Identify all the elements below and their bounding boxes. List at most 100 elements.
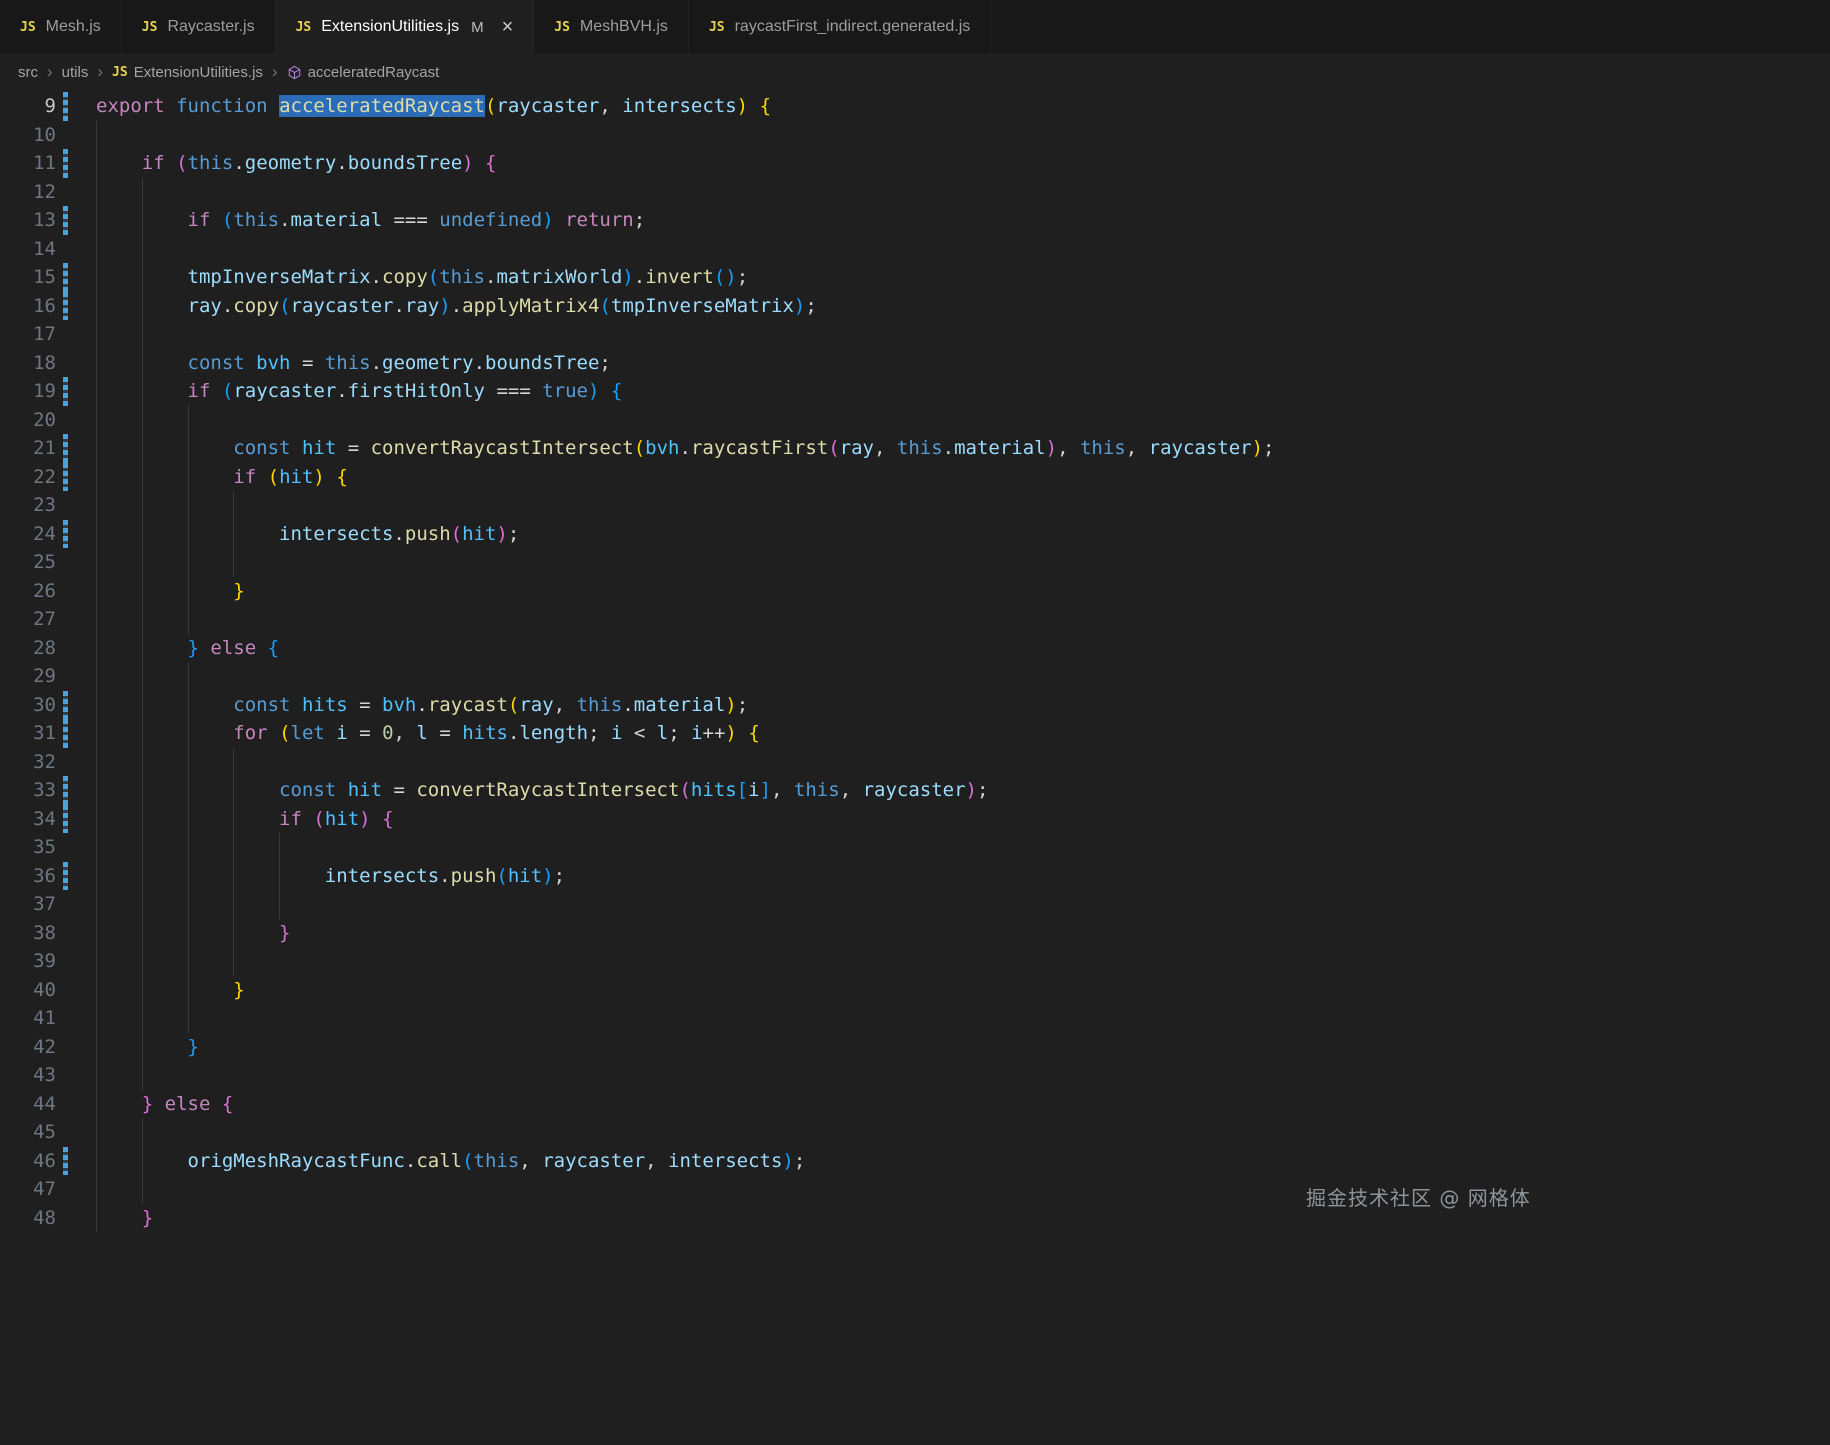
line-number[interactable]: 25: [0, 548, 56, 577]
git-modified-gutter-indicator[interactable]: [63, 462, 68, 491]
line-number[interactable]: 35: [0, 833, 56, 862]
line-number[interactable]: 16: [0, 292, 56, 321]
line-number[interactable]: 37: [0, 890, 56, 919]
tab-raycastfirst_indirect-generated-js[interactable]: JS raycastFirst_indirect.generated.js: [689, 0, 992, 54]
code-line-25[interactable]: 25: [0, 548, 1830, 577]
code-line-17[interactable]: 17: [0, 320, 1830, 349]
line-number[interactable]: 12: [0, 178, 56, 207]
code-line-40[interactable]: 40 }: [0, 975, 1830, 1005]
tab-meshbvh-js[interactable]: JS MeshBVH.js: [534, 0, 689, 54]
code-line-19[interactable]: 19 if (raycaster.firstHitOnly === true) …: [0, 377, 1830, 406]
line-number[interactable]: 9: [0, 92, 56, 121]
code-line-35[interactable]: 35: [0, 833, 1830, 862]
line-number[interactable]: 21: [0, 434, 56, 463]
line-number[interactable]: 28: [0, 634, 56, 663]
code-line-32[interactable]: 32: [0, 747, 1830, 777]
git-modified-gutter-indicator[interactable]: [63, 291, 68, 320]
line-number[interactable]: 24: [0, 520, 56, 549]
code-line-23[interactable]: 23: [0, 491, 1830, 520]
close-tab-icon[interactable]: ×: [502, 17, 514, 37]
line-number[interactable]: 29: [0, 662, 56, 691]
code-line-41[interactable]: 41: [0, 1004, 1830, 1033]
code-line-12[interactable]: 12: [0, 177, 1830, 207]
line-number[interactable]: 27: [0, 605, 56, 634]
code-line-30[interactable]: 30 const hits = bvh.raycast(ray, this.ma…: [0, 690, 1830, 720]
git-modified-gutter-indicator[interactable]: [63, 690, 68, 719]
line-number[interactable]: 11: [0, 149, 56, 178]
line-number[interactable]: 22: [0, 463, 56, 492]
breadcrumb-item-acceleratedraycast[interactable]: acceleratedRaycast: [287, 64, 439, 81]
line-number[interactable]: 20: [0, 406, 56, 435]
line-number[interactable]: 33: [0, 776, 56, 805]
git-modified-gutter-indicator[interactable]: [63, 149, 68, 178]
breadcrumb-item-utils[interactable]: utils: [62, 64, 89, 81]
code-line-22[interactable]: 22 if (hit) {: [0, 462, 1830, 492]
breadcrumb-item-src[interactable]: src: [18, 64, 38, 81]
code-line-36[interactable]: 36 intersects.push(hit);: [0, 861, 1830, 891]
code-line-48[interactable]: 48 }: [0, 1203, 1830, 1233]
line-number[interactable]: 41: [0, 1004, 56, 1033]
line-number[interactable]: 38: [0, 919, 56, 948]
code-line-42[interactable]: 42 }: [0, 1032, 1830, 1062]
line-number[interactable]: 19: [0, 377, 56, 406]
line-number[interactable]: 48: [0, 1204, 56, 1233]
line-number[interactable]: 39: [0, 947, 56, 976]
tab-raycaster-js[interactable]: JS Raycaster.js: [122, 0, 276, 54]
code-line-26[interactable]: 26 }: [0, 576, 1830, 606]
line-number[interactable]: 15: [0, 263, 56, 292]
code-line-31[interactable]: 31 for (let i = 0, l = hits.length; i < …: [0, 719, 1830, 748]
line-number[interactable]: 30: [0, 691, 56, 720]
code-line-20[interactable]: 20: [0, 405, 1830, 435]
line-number[interactable]: 43: [0, 1061, 56, 1090]
git-modified-gutter-indicator[interactable]: [63, 206, 68, 235]
code-line-11[interactable]: 11 if (this.geometry.boundsTree) {: [0, 149, 1830, 178]
code-line-43[interactable]: 43: [0, 1061, 1830, 1090]
line-number[interactable]: 34: [0, 805, 56, 834]
line-number[interactable]: 26: [0, 577, 56, 606]
code-line-39[interactable]: 39: [0, 947, 1830, 976]
line-number[interactable]: 46: [0, 1147, 56, 1176]
code-line-10[interactable]: 10: [0, 120, 1830, 150]
git-modified-gutter-indicator[interactable]: [63, 263, 68, 292]
line-number[interactable]: 13: [0, 206, 56, 235]
line-number[interactable]: 18: [0, 349, 56, 378]
code-line-44[interactable]: 44 } else {: [0, 1089, 1830, 1119]
line-number[interactable]: 36: [0, 862, 56, 891]
code-line-46[interactable]: 46 origMeshRaycastFunc.call(this, raycas…: [0, 1146, 1830, 1176]
line-number[interactable]: 10: [0, 121, 56, 150]
git-modified-gutter-indicator[interactable]: [63, 861, 68, 890]
git-modified-gutter-indicator[interactable]: [63, 519, 68, 548]
git-modified-gutter-indicator[interactable]: [63, 92, 68, 121]
code-line-34[interactable]: 34 if (hit) {: [0, 804, 1830, 834]
code-line-16[interactable]: 16 ray.copy(raycaster.ray).applyMatrix4(…: [0, 291, 1830, 321]
code-line-45[interactable]: 45: [0, 1118, 1830, 1147]
code-line-15[interactable]: 15 tmpInverseMatrix.copy(this.matrixWorl…: [0, 263, 1830, 292]
code-line-47[interactable]: 47: [0, 1175, 1830, 1204]
code-line-29[interactable]: 29: [0, 662, 1830, 691]
line-number[interactable]: 14: [0, 235, 56, 264]
tab-extensionutilities-js[interactable]: JS ExtensionUtilities.js M ×: [275, 0, 535, 55]
line-number[interactable]: 32: [0, 748, 56, 777]
code-line-21[interactable]: 21 const hit = convertRaycastIntersect(b…: [0, 434, 1830, 463]
line-number[interactable]: 23: [0, 491, 56, 520]
git-modified-gutter-indicator[interactable]: [63, 719, 68, 748]
line-number[interactable]: 42: [0, 1033, 56, 1062]
tab-mesh-js[interactable]: JS Mesh.js: [0, 0, 122, 54]
code-line-28[interactable]: 28 } else {: [0, 633, 1830, 663]
line-number[interactable]: 44: [0, 1090, 56, 1119]
code-line-37[interactable]: 37: [0, 890, 1830, 919]
code-line-27[interactable]: 27: [0, 605, 1830, 634]
code-line-33[interactable]: 33 const hit = convertRaycastIntersect(h…: [0, 776, 1830, 805]
line-number[interactable]: 31: [0, 719, 56, 748]
line-number[interactable]: 40: [0, 976, 56, 1005]
line-number[interactable]: 45: [0, 1118, 56, 1147]
line-number[interactable]: 17: [0, 320, 56, 349]
code-line-18[interactable]: 18 const bvh = this.geometry.boundsTree;: [0, 348, 1830, 378]
git-modified-gutter-indicator[interactable]: [63, 804, 68, 833]
code-line-24[interactable]: 24 intersects.push(hit);: [0, 519, 1830, 549]
code-line-13[interactable]: 13 if (this.material === undefined) retu…: [0, 206, 1830, 235]
git-modified-gutter-indicator[interactable]: [63, 377, 68, 406]
code-line-14[interactable]: 14: [0, 234, 1830, 264]
line-number[interactable]: 47: [0, 1175, 56, 1204]
code-line-9[interactable]: 9 export function acceleratedRaycast(rayc…: [0, 92, 1830, 121]
